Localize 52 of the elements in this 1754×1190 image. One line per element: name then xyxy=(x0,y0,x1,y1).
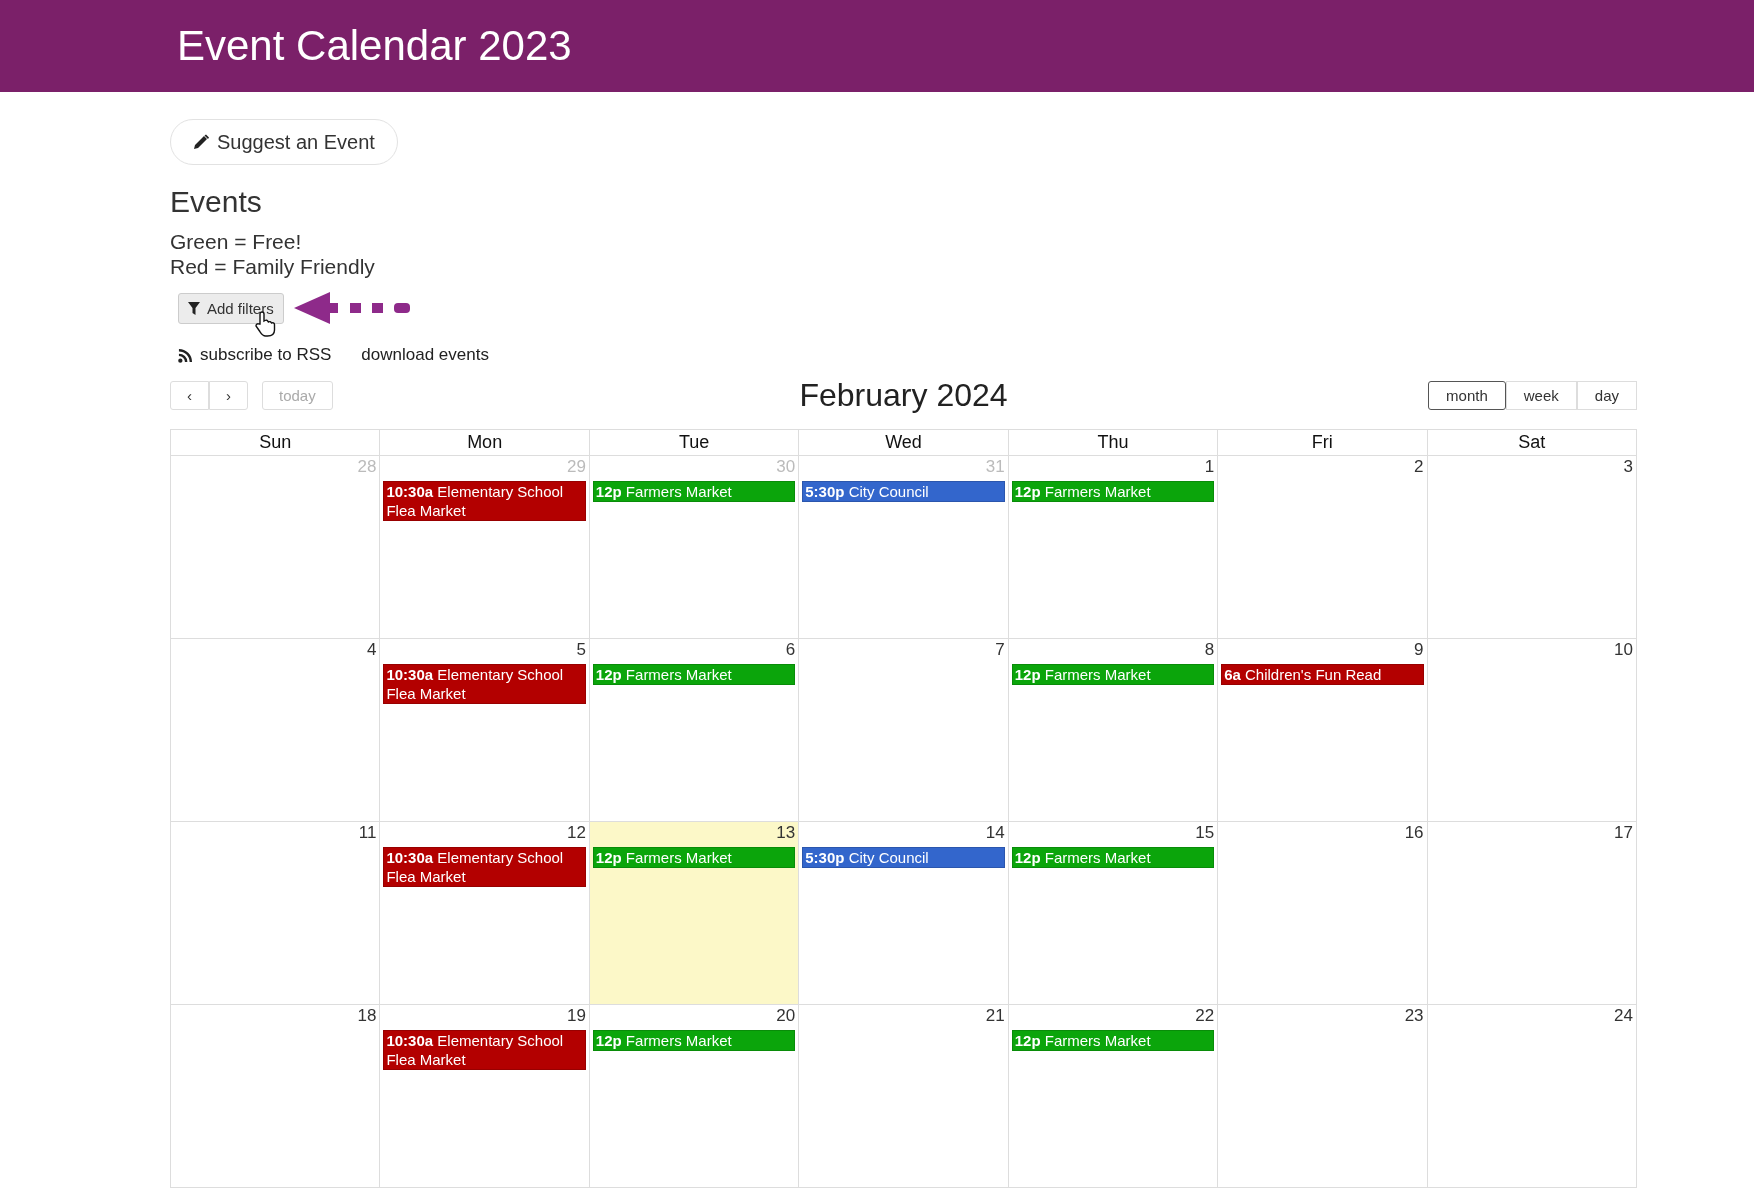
day-number: 3 xyxy=(1623,457,1633,476)
day-number: 15 xyxy=(1195,823,1215,842)
day-number: 31 xyxy=(985,457,1005,476)
view-tab[interactable]: day xyxy=(1576,380,1637,410)
day-number: 16 xyxy=(1404,823,1424,842)
day-number: 22 xyxy=(1195,1006,1215,1025)
site-title: Event Calendar 2023 xyxy=(177,21,572,71)
day-number: 24 xyxy=(1614,1006,1633,1025)
pencil-icon xyxy=(193,134,209,150)
rss-icon xyxy=(178,347,193,363)
month-title: February 2024 xyxy=(799,376,1008,414)
view-tab[interactable]: week xyxy=(1505,380,1577,410)
rss-link[interactable]: subscribe to RSS xyxy=(178,345,332,365)
day-number: 1 xyxy=(1204,457,1215,476)
day-number: 20 xyxy=(776,1006,796,1025)
filter-icon xyxy=(188,301,200,315)
day-number: 8 xyxy=(1204,640,1215,659)
legend-text: Green = Free! xyxy=(170,229,302,254)
day-number: 5 xyxy=(576,640,586,659)
day-number: 10 xyxy=(1614,640,1633,659)
day-number: 30 xyxy=(776,457,796,476)
day-number: 4 xyxy=(366,640,377,659)
event-bar[interactable]: 10:30a Elementary School Flea Market xyxy=(383,481,586,521)
event-bar[interactable]: 10:30a Elementary School Flea Market xyxy=(383,847,586,887)
event-bar[interactable]: 5:30p City Council xyxy=(802,481,1005,502)
legend-text: Red = Family Friendly xyxy=(170,254,375,279)
day-number: 28 xyxy=(357,457,377,476)
view-tab[interactable]: month xyxy=(1428,380,1506,410)
event-bar[interactable]: 5:30p City Council xyxy=(802,847,1005,868)
day-number: 11 xyxy=(358,823,377,842)
day-number: 21 xyxy=(985,1006,1005,1025)
previous-button[interactable]: ‹ xyxy=(170,380,209,410)
day-number: 12 xyxy=(566,823,586,842)
day-number: 14 xyxy=(985,823,1005,842)
day-number: 29 xyxy=(566,457,586,476)
download-link[interactable]: download events xyxy=(361,345,489,365)
next-button[interactable]: › xyxy=(209,380,248,410)
day-number: 23 xyxy=(1404,1006,1424,1025)
event-bar[interactable]: 6a Children's Fun Read xyxy=(1221,664,1424,685)
day-number: 7 xyxy=(995,640,1005,659)
day-number: 18 xyxy=(357,1006,377,1025)
add-filters-button[interactable]: Add filters xyxy=(178,292,284,324)
day-number: 17 xyxy=(1614,823,1633,842)
day-number: 19 xyxy=(566,1006,586,1025)
section-heading: Events xyxy=(170,185,262,219)
event-bar[interactable]: 10:30a Elementary School Flea Market xyxy=(383,664,586,704)
day-number: 6 xyxy=(785,640,796,659)
day-number: 2 xyxy=(1414,457,1424,476)
event-bar[interactable]: 10:30a Elementary School Flea Market xyxy=(383,1030,586,1070)
day-number: 13 xyxy=(776,823,796,842)
suggest-event-button[interactable]: Suggest an Event xyxy=(170,119,398,165)
day-number: 9 xyxy=(1414,640,1424,659)
